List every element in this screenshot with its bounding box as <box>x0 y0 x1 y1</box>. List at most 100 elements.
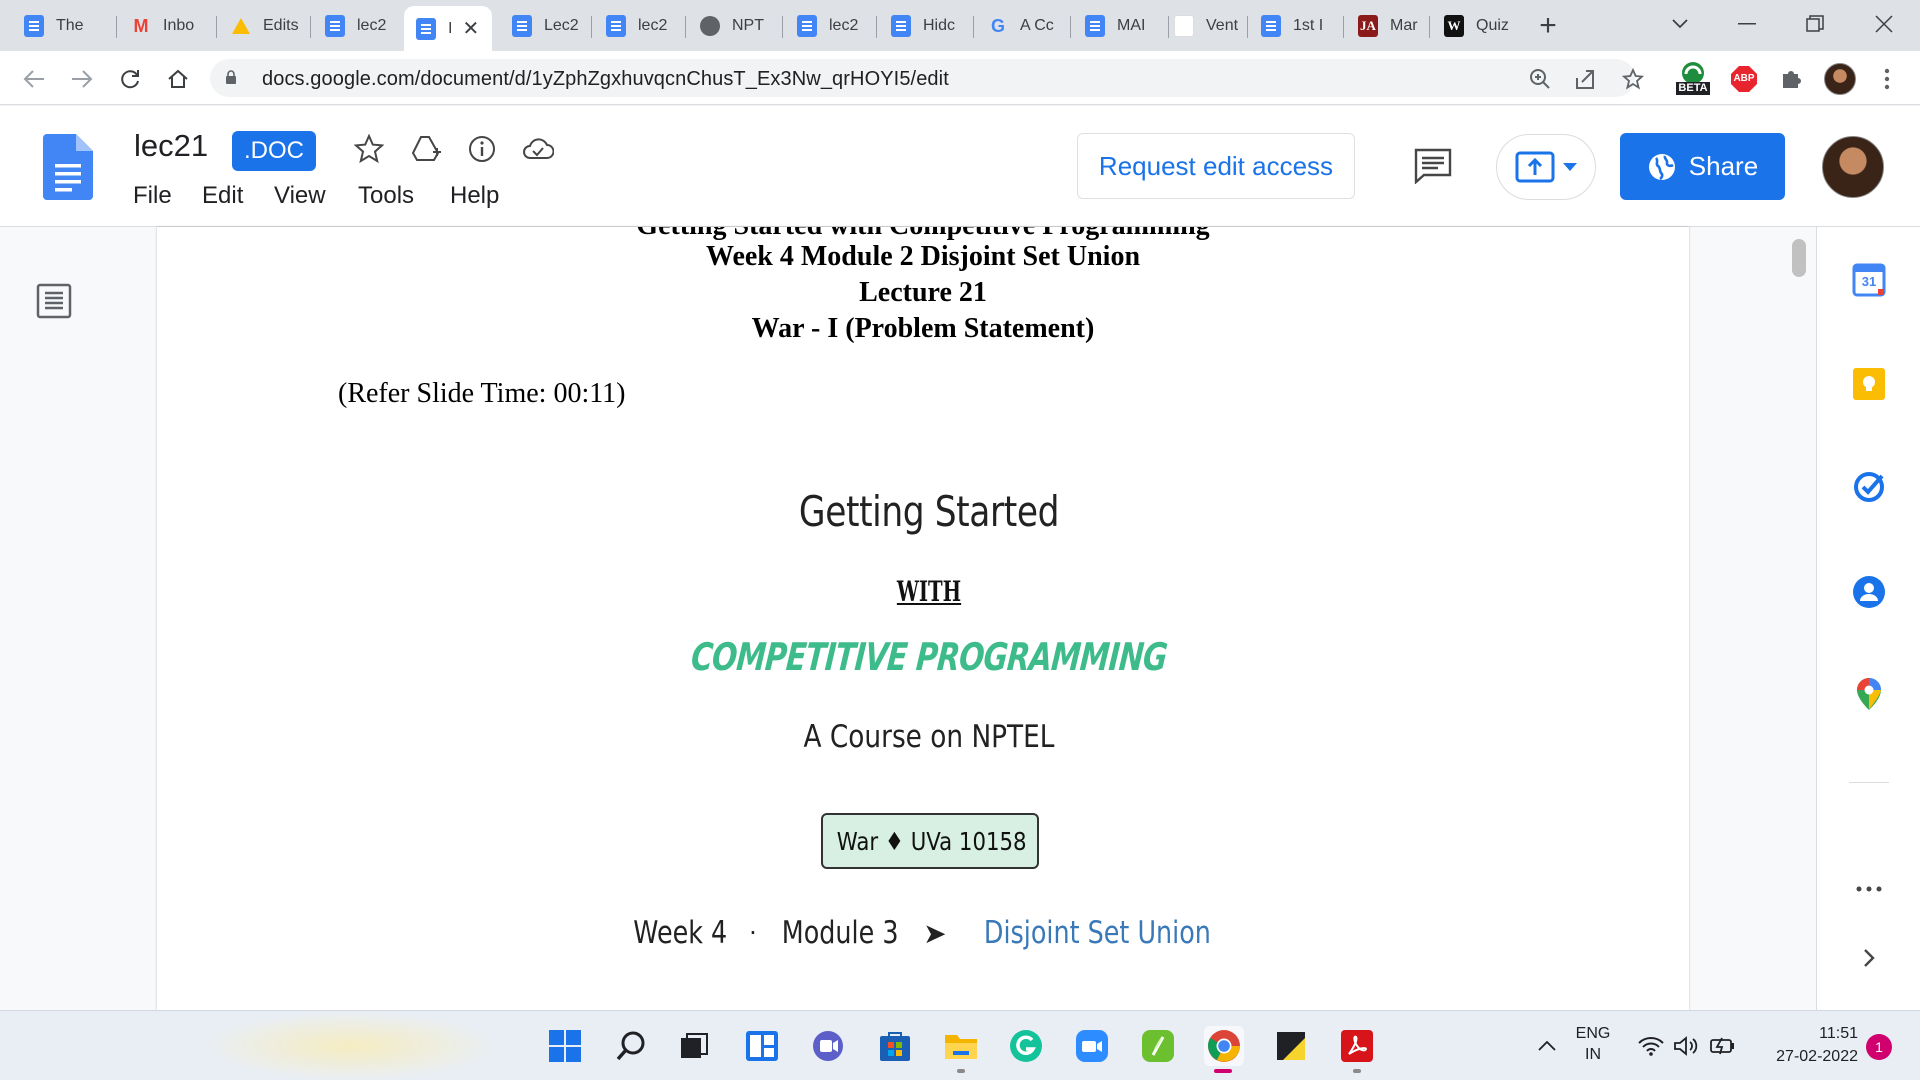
arrow-icon: ➤ <box>923 916 947 950</box>
tab[interactable]: The <box>12 8 111 44</box>
battery-icon[interactable] <box>1703 1026 1743 1066</box>
tab[interactable]: Lec2 <box>500 8 586 44</box>
minimize-window-button[interactable] <box>1727 6 1767 42</box>
search-icon[interactable] <box>611 1026 651 1066</box>
tab-separator <box>973 16 974 38</box>
chrome-menu-icon[interactable] <box>1872 64 1902 94</box>
restore-window-button[interactable] <box>1795 6 1835 42</box>
request-edit-access-button[interactable]: Request edit access <box>1077 133 1355 199</box>
vertical-scrollbar[interactable] <box>1792 239 1806 277</box>
google-docs-logo-icon[interactable] <box>43 134 93 200</box>
more-icon[interactable] <box>1852 872 1886 906</box>
tab[interactable]: lec2 <box>594 8 680 44</box>
file-explorer-icon[interactable] <box>941 1026 981 1066</box>
tab[interactable]: Vent <box>1162 8 1242 44</box>
close-window-button[interactable] <box>1864 6 1904 42</box>
reload-button[interactable] <box>114 63 146 95</box>
module-heading: Week 4 Module 2 Disjoint Set Union <box>705 241 1141 272</box>
tab[interactable]: MAI <box>1073 8 1163 44</box>
evernote-icon[interactable] <box>1138 1026 1178 1066</box>
back-button[interactable] <box>18 63 50 95</box>
tab-title: A Cc <box>1020 17 1054 34</box>
menu-file[interactable]: File <box>133 182 172 210</box>
new-tab-button[interactable]: + <box>1528 8 1568 44</box>
lock-icon[interactable] <box>225 70 237 84</box>
extension-beta-label: BETA <box>1678 82 1708 94</box>
clock[interactable]: 11:51 27-02-2022 <box>1748 1025 1858 1066</box>
url-text[interactable]: docs.google.com/document/d/1yZphZgxhuvqc… <box>262 68 949 91</box>
address-bar[interactable]: docs.google.com/document/d/1yZphZgxhuvqc… <box>210 59 1644 97</box>
extensions-puzzle-icon[interactable] <box>1776 64 1806 94</box>
contacts-icon[interactable] <box>1852 575 1886 609</box>
show-hidden-icons-chevron-icon[interactable] <box>1527 1026 1567 1066</box>
menu-view[interactable]: View <box>274 182 326 210</box>
notification-badge[interactable]: 1 <box>1866 1034 1892 1060</box>
add-shortcut-to-drive-icon[interactable] <box>409 131 445 167</box>
topic-heading: War - I (Problem Statement) <box>751 313 1095 344</box>
slide-title: Getting Started <box>798 487 1060 536</box>
home-button[interactable] <box>162 63 194 95</box>
grammarly-icon[interactable] <box>1006 1026 1046 1066</box>
docs-icon <box>797 15 817 37</box>
cloud-status-icon[interactable] <box>520 131 556 167</box>
tab[interactable]: lec2 <box>313 8 397 44</box>
document-outline-icon[interactable] <box>36 283 72 319</box>
document-page[interactable]: Getting Started with Competitive Program… <box>157 227 1689 1010</box>
tab-close-icon[interactable]: ✕ <box>462 16 479 41</box>
present-button[interactable] <box>1496 134 1596 200</box>
keep-icon[interactable] <box>1852 367 1886 401</box>
account-avatar[interactable] <box>1822 136 1884 198</box>
docs-icon <box>24 15 44 37</box>
tab-active[interactable]: I ✕ <box>404 6 492 51</box>
chrome-icon[interactable] <box>1204 1026 1244 1066</box>
info-icon[interactable] <box>464 131 500 167</box>
tab[interactable]: Hidc <box>879 8 968 44</box>
tab-title: Lec2 <box>544 17 579 34</box>
teams-chat-icon[interactable] <box>808 1026 848 1066</box>
tab[interactable]: W Quiz <box>1432 8 1514 44</box>
windows-start-icon[interactable] <box>545 1026 585 1066</box>
share-page-icon[interactable] <box>1572 66 1598 92</box>
extension-beta-icon[interactable]: BETA <box>1674 58 1712 96</box>
widgets-icon[interactable] <box>742 1026 782 1066</box>
comments-icon[interactable] <box>1414 148 1452 184</box>
problem-badge: War ♦ UVa 10158 <box>821 813 1039 869</box>
profile-avatar[interactable] <box>1824 63 1856 95</box>
forward-button[interactable] <box>66 63 98 95</box>
tab[interactable]: lec2 <box>785 8 871 44</box>
acrobat-reader-icon[interactable] <box>1337 1026 1377 1066</box>
menu-tools[interactable]: Tools <box>358 182 414 210</box>
volume-icon[interactable] <box>1666 1026 1706 1066</box>
chevron-right-icon[interactable] <box>1852 941 1886 975</box>
tab[interactable]: G A Cc <box>976 8 1065 44</box>
star-icon[interactable] <box>351 131 387 167</box>
menu-edit[interactable]: Edit <box>202 182 243 210</box>
wifi-icon[interactable] <box>1631 1026 1671 1066</box>
zoom-app-icon[interactable] <box>1072 1026 1112 1066</box>
docs-icon <box>891 15 911 37</box>
task-view-icon[interactable] <box>674 1026 714 1066</box>
tasks-icon[interactable] <box>1852 470 1886 504</box>
microsoft-store-icon[interactable] <box>875 1026 915 1066</box>
docs-icon <box>606 15 626 37</box>
tab[interactable]: M Inbo <box>119 8 211 44</box>
slide-image[interactable]: Getting Started WITH COMPETITIVE PROGRAM… <box>569 447 1289 1010</box>
tab-title: lec2 <box>357 17 387 34</box>
side-panel: 31 <box>1816 227 1920 1010</box>
tab[interactable]: NPT <box>688 8 777 44</box>
tab-search-chevron-icon[interactable] <box>1660 6 1700 42</box>
menu-help[interactable]: Help <box>450 182 499 210</box>
browser-toolbar: docs.google.com/document/d/1yZphZgxhuvqc… <box>0 51 1920 105</box>
document-title[interactable]: lec21 <box>134 128 208 164</box>
maps-icon[interactable] <box>1852 677 1886 711</box>
tab[interactable]: JA Mar <box>1346 8 1424 44</box>
share-button[interactable]: Share <box>1620 133 1785 200</box>
bookmark-star-icon[interactable] <box>1620 66 1646 92</box>
zoom-icon[interactable] <box>1527 66 1553 92</box>
sticky-notes-icon[interactable] <box>1271 1026 1311 1066</box>
tab[interactable]: 1st I <box>1249 8 1338 44</box>
tab[interactable]: Edits <box>219 8 305 44</box>
calendar-icon[interactable]: 31 <box>1852 263 1886 297</box>
adblock-plus-icon[interactable]: ABP <box>1729 64 1759 94</box>
language-indicator[interactable]: ENG IN <box>1568 1025 1618 1064</box>
